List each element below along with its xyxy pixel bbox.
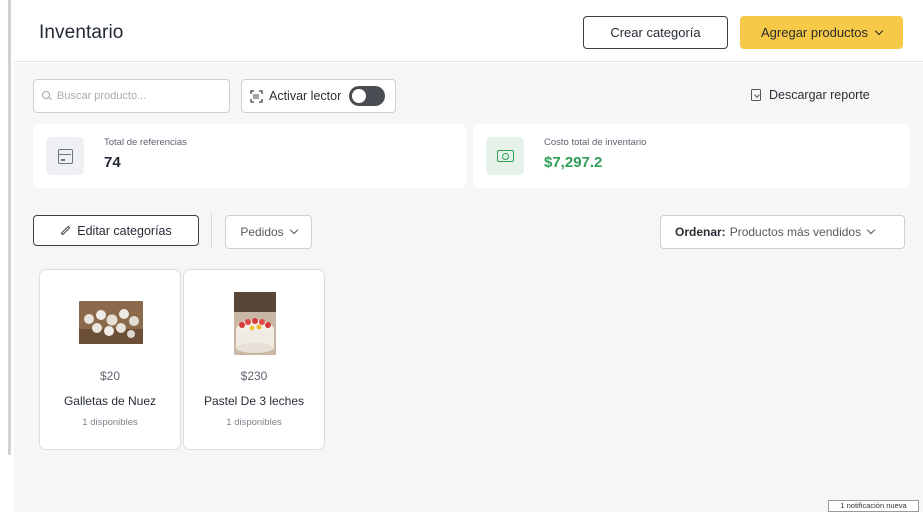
product-name: Pastel De 3 leches [203,394,305,408]
stat-value: 74 [104,154,121,171]
toolbar-divider [211,213,212,249]
money-icon [496,150,514,162]
product-name: Galletas de Nuez [63,394,157,408]
page-title: Inventario [39,22,124,43]
search-icon [42,91,52,101]
stat-icon-box [46,137,84,175]
product-image-galletas [79,301,143,344]
product-price: $20 [99,369,121,383]
stat-label: Total de referencias [104,137,187,148]
notification-toast[interactable]: 1 notificación nueva [828,500,919,512]
chevron-down-icon [289,225,298,235]
product-price: $230 [240,369,268,383]
download-report-link[interactable]: Descargar reporte [751,88,870,102]
reader-toggle[interactable] [349,86,386,106]
chevron-down-icon [866,225,876,235]
sort-value: Productos más vendidos [729,225,862,239]
barcode-reader-control[interactable]: Activar lector [241,79,396,113]
edit-categories-button[interactable]: Editar categorías [33,215,199,246]
chevron-down-icon [874,26,884,35]
download-report-label: Descargar reporte [769,88,870,102]
edit-categories-label: Editar categorías [77,223,172,238]
box-icon [57,148,73,164]
download-icon [751,89,761,101]
barcode-scan-icon [250,89,263,103]
product-stock: 1 disponibles [226,417,282,428]
inventory-main: Activar lector Descargar reporte Total d… [14,63,923,512]
stat-label: Costo total de inventario [544,137,647,148]
reader-label: Activar lector [269,89,342,103]
stat-value: $7,297.2 [544,154,603,171]
add-products-button[interactable]: Agregar productos [740,16,903,49]
create-category-button[interactable]: Crear categoría [583,16,728,49]
add-products-label: Agregar productos [761,25,868,40]
product-card[interactable]: $230 Pastel De 3 leches 1 disponibles [183,269,325,450]
orders-dropdown[interactable]: Pedidos [225,215,312,249]
pencil-icon [60,225,71,236]
product-image-pastel [234,292,276,355]
search-input[interactable] [57,90,217,102]
sort-prefix: Ordenar: [675,225,726,239]
product-card[interactable]: $20 Galletas de Nuez 1 disponibles [39,269,181,450]
stat-card-inventory-cost: Costo total de inventario $7,297.2 [473,124,910,188]
product-stock: 1 disponibles [82,417,138,428]
stat-icon-money [486,137,524,175]
page-header: Inventario Crear categoría Agregar produ… [14,0,923,62]
sort-dropdown[interactable]: Ordenar: Productos más vendidos [660,215,905,249]
stat-card-references: Total de referencias 74 [33,124,466,188]
left-edge-rule [8,0,11,455]
search-box[interactable] [33,79,230,113]
orders-label: Pedidos [240,225,284,239]
